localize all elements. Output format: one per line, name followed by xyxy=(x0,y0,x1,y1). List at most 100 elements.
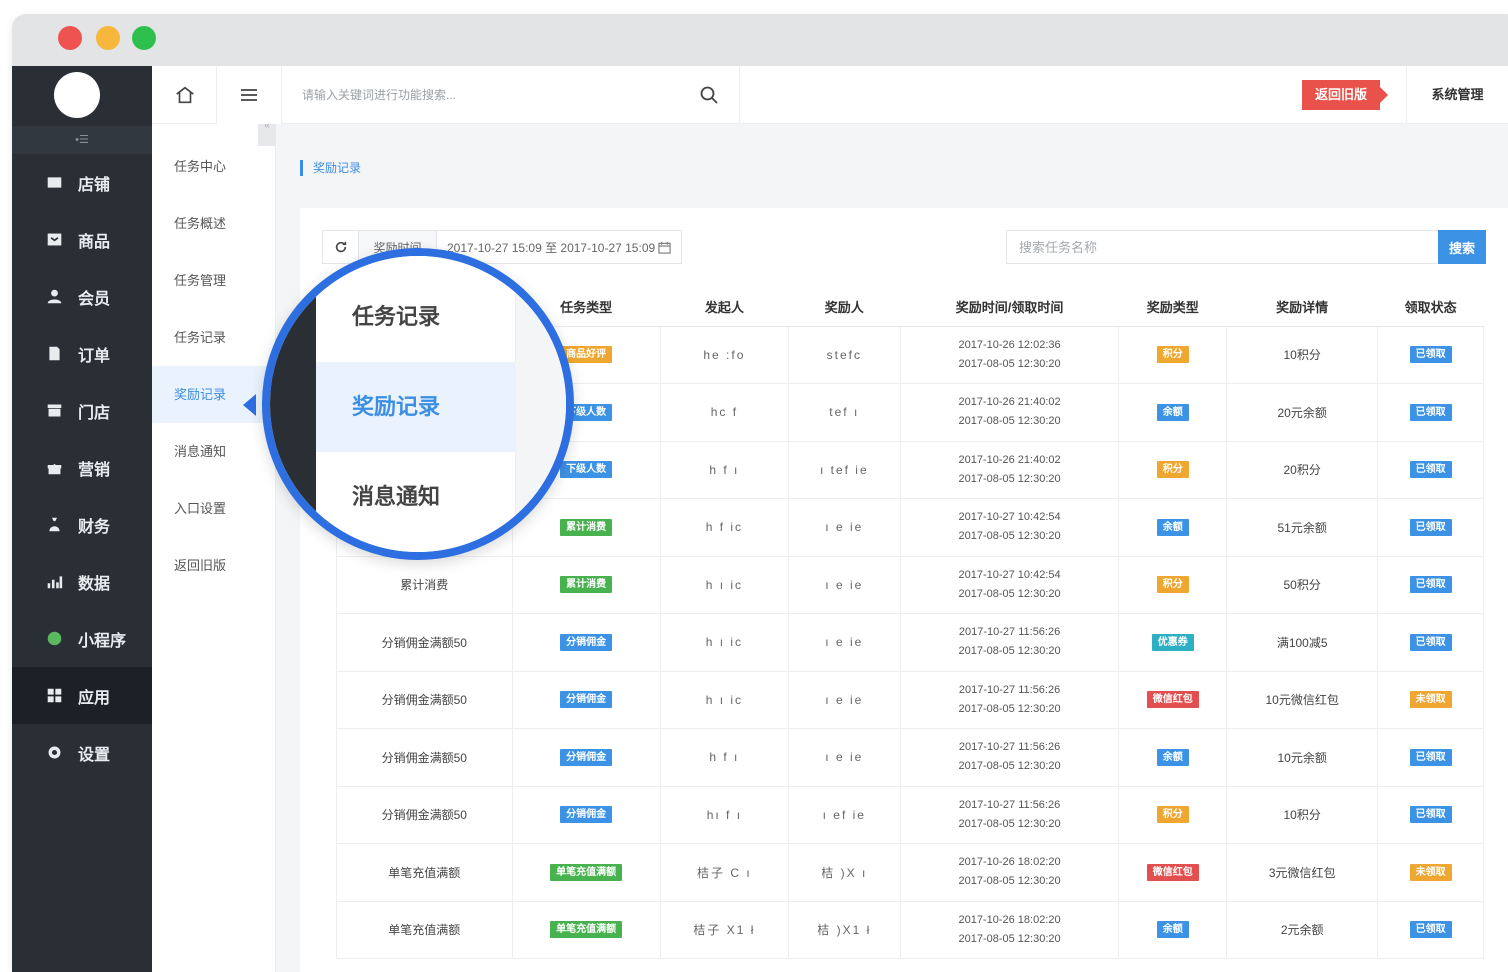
reward-time: 2017-10-27 11:56:26 xyxy=(958,683,1061,696)
maximize-window-button[interactable] xyxy=(132,26,156,50)
table-row[interactable]: 分销佣金满额50 分销佣金 h ı ic ı e ie 2017-10-27 11:56… xyxy=(336,670,1484,729)
initiator-cell: 桔子 C ı xyxy=(659,843,789,902)
reward-time-cell: 2017-10-27 10:42:54 2017-08-05 12:30:20 xyxy=(899,555,1120,614)
reward-time-cell: 2017-10-26 21:40:02 2017-08-05 12:30:20 xyxy=(899,383,1120,442)
claim-time: 2017-08-05 12:30:20 xyxy=(958,357,1061,370)
reward-time: 2017-10-27 11:56:26 xyxy=(958,626,1061,639)
sidebar-item-label: 会员 xyxy=(78,290,111,308)
function-search xyxy=(284,66,740,124)
task-type-badge: 累计消费 xyxy=(560,518,613,536)
sidebar-item-label: 门店 xyxy=(78,404,111,422)
task-name-search-input[interactable] xyxy=(1006,230,1440,264)
sidebar-item-5[interactable]: 营销 xyxy=(12,439,152,496)
claim-time: 2017-08-05 12:30:20 xyxy=(958,702,1061,715)
reward-type-badge: 积分 xyxy=(1156,346,1189,364)
table-row[interactable]: 分销佣金满额50 分销佣金 h f ıı e ie 2017-10-27 11:56:… xyxy=(336,728,1484,787)
reward-type-cell: 积分 xyxy=(1118,325,1228,384)
task-type-cell: 分销佣金 xyxy=(511,613,661,672)
table-row[interactable]: 累计消费 累计消费 h ı ic ı e ie 2017-10-27 10:42:54 2… xyxy=(336,555,1484,614)
sidebar-item-6[interactable]: 财务 xyxy=(12,496,152,553)
reward-type-badge: 余额 xyxy=(1156,748,1189,766)
sidebar-collapse-toggle[interactable]: •☰ xyxy=(12,126,152,154)
column-header: 领取状态 xyxy=(1377,288,1484,327)
app-window: •☰ 店铺商品会员订单门店营销 财务 数据小程序应用设置 任务中心 任务概述 任务管理任… xyxy=(12,14,1508,972)
subnav-item-7[interactable]: 返回旧版 xyxy=(152,537,275,594)
sidebar-item-2[interactable]: 会员 xyxy=(12,268,152,325)
sidebar-item-label: 设置 xyxy=(78,746,111,764)
reward-detail-cell: 20元余额 xyxy=(1226,383,1379,442)
minimize-window-button[interactable] xyxy=(96,26,120,50)
claim-status-badge: 已领取 xyxy=(1409,403,1452,421)
reward-time: 2017-10-27 10:42:54 xyxy=(958,511,1061,524)
claim-status-cell: 已领取 xyxy=(1377,383,1484,442)
sidebar-item-3[interactable]: 订单 xyxy=(12,325,152,382)
table-row[interactable]: 分销佣金满额50 分销佣金 h ı ic ı e ie 2017-10-27 11:56… xyxy=(336,613,1484,672)
recipient-cell: ı e ie xyxy=(787,498,901,557)
gear-icon xyxy=(44,743,64,763)
magnifier-item-task-records[interactable]: 任务记录 xyxy=(316,272,516,362)
magnifier-item-reward-records[interactable]: 奖励记录 xyxy=(316,362,516,452)
initiator-cell: hı f ı xyxy=(659,785,789,844)
subnav-item-0[interactable]: 任务中心 xyxy=(152,138,275,195)
task-type-cell: 分销佣金 xyxy=(511,728,661,787)
recipient-cell: 桔 )X1 ł xyxy=(787,900,901,959)
back-to-old-version-button[interactable]: 返回旧版 xyxy=(1302,80,1388,110)
task-type-cell: 分销佣金 xyxy=(511,670,661,729)
main-sidebar: •☰ 店铺商品会员订单门店营销 财务 数据小程序应用设置 xyxy=(12,66,152,972)
claim-status-cell: 已领取 xyxy=(1377,613,1484,672)
user-icon xyxy=(44,287,64,307)
reward-type-cell: 积分 xyxy=(1118,440,1228,499)
search-icon[interactable] xyxy=(699,85,719,105)
bar-chart-icon xyxy=(44,572,64,592)
menu-toggle-button[interactable] xyxy=(216,66,282,124)
search-button[interactable]: 搜索 xyxy=(1438,230,1486,264)
task-type-badge: 单笔充值满额 xyxy=(550,921,623,939)
shop-icon xyxy=(44,401,64,421)
sidebar-item-label: 商品 xyxy=(78,233,111,251)
claim-status-badge: 已领取 xyxy=(1409,921,1452,939)
hamburger-icon xyxy=(241,89,257,101)
claim-status-badge: 已领取 xyxy=(1409,806,1452,824)
table-row[interactable]: 单笔充值满额 单笔充值满额 桔子 X1 ł桔 )X1 ł 2017-10-26 18:… xyxy=(336,900,1484,959)
recipient-cell: stefc xyxy=(787,325,901,384)
claim-status-badge: 已领取 xyxy=(1409,461,1452,479)
subnav-item-6[interactable]: 入口设置 xyxy=(152,480,275,537)
claim-status-cell: 已领取 xyxy=(1377,555,1484,614)
sidebar-item-1[interactable]: 商品 xyxy=(12,211,152,268)
system-management-button[interactable]: 系统管理 xyxy=(1406,66,1508,124)
magnifier-item-notifications[interactable]: 消息通知 xyxy=(316,452,516,542)
sidebar-item-9[interactable]: 应用 xyxy=(12,667,152,724)
table-row[interactable]: 分销佣金满额50 分销佣金 hı f ıı ef ie 2017-10-27 11:5… xyxy=(336,785,1484,844)
magnifier-content-strip xyxy=(516,256,566,552)
table-row[interactable]: 单笔充值满额 单笔充值满额 桔子 C ı桔 )X ı 2017-10-26 18:02… xyxy=(336,843,1484,902)
function-search-input[interactable] xyxy=(302,83,682,107)
reward-time: 2017-10-27 11:56:26 xyxy=(958,741,1061,754)
column-header: 奖励类型 xyxy=(1118,288,1227,327)
reward-type-badge: 余额 xyxy=(1156,403,1189,421)
task-type-badge: 下级人数 xyxy=(560,461,613,479)
subnav-item-1[interactable]: 任务概述 xyxy=(152,195,275,252)
store-logo-avatar[interactable] xyxy=(54,72,100,118)
subnav-item-2[interactable]: 任务管理 xyxy=(152,252,275,309)
subnav-item-3[interactable]: 任务记录 xyxy=(152,309,275,366)
home-icon[interactable] xyxy=(174,84,196,106)
task-type-badge: 分销佣金 xyxy=(560,633,613,651)
magnifier-pointer xyxy=(243,394,256,416)
subnav-item-4[interactable]: 奖励记录 xyxy=(152,366,276,423)
subnav-item-5[interactable]: 消息通知 xyxy=(152,423,275,480)
store-icon xyxy=(44,173,64,193)
recipient-cell: ı e ie xyxy=(787,613,901,672)
sidebar-item-7[interactable]: 数据 xyxy=(12,553,152,610)
task-name-cell: 分销佣金满额50 xyxy=(336,785,513,844)
reward-detail-cell: 20积分 xyxy=(1226,440,1379,499)
sidebar-item-4[interactable]: 门店 xyxy=(12,382,152,439)
sidebar-item-8[interactable]: 小程序 xyxy=(12,610,152,667)
sidebar-item-10[interactable]: 设置 xyxy=(12,724,152,781)
reward-type-cell: 优惠券 xyxy=(1118,613,1228,672)
sidebar-item-label: 小程序 xyxy=(78,632,127,650)
sidebar-item-0[interactable]: 店铺 xyxy=(12,154,152,211)
claim-status-cell: 未领取 xyxy=(1377,843,1484,902)
reward-detail-cell: 10积分 xyxy=(1226,785,1379,844)
close-window-button[interactable] xyxy=(58,26,82,50)
task-type-badge: 分销佣金 xyxy=(560,806,613,824)
